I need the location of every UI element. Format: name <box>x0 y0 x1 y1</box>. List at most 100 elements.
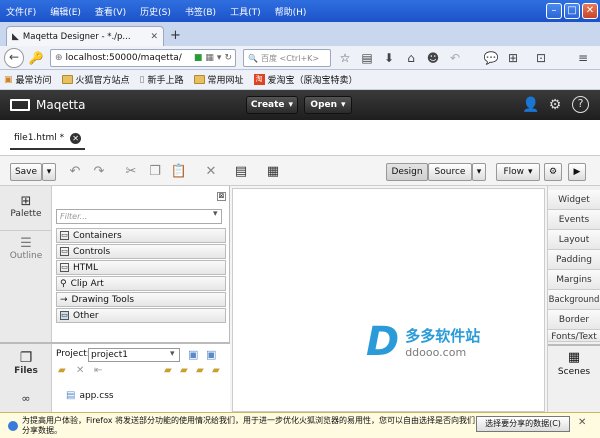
prop-tab-widget[interactable]: Widget <box>548 190 600 210</box>
open-folder-icon[interactable]: ▰ <box>164 365 172 376</box>
design-canvas[interactable] <box>232 188 545 412</box>
home-icon[interactable]: ⌂ <box>403 50 419 66</box>
redo-icon[interactable]: ↷ <box>90 163 108 181</box>
url-bar[interactable]: ⊕ localhost:50000/maqetta/ ■ ▦ ▾ ↻ <box>50 49 236 67</box>
key-icon[interactable]: 🔑 <box>28 50 44 66</box>
crop-icon[interactable]: ⊞ <box>505 50 521 66</box>
share-data-button[interactable]: 选择要分享的数据(C) <box>476 416 570 432</box>
flow-button[interactable]: Flow ▾ <box>496 163 540 181</box>
delete-icon[interactable]: ✕ <box>202 163 220 181</box>
reading-list-icon[interactable]: ▤ <box>359 50 375 66</box>
search-box[interactable]: 🔍 百度 <Ctrl+K> <box>243 49 331 67</box>
filter-dropdown-icon[interactable]: ▾ <box>213 209 218 219</box>
prop-tab-events[interactable]: Events <box>548 210 600 230</box>
reload-icon[interactable]: ↻ <box>224 53 235 63</box>
minimize-button[interactable]: – <box>546 3 562 19</box>
maximize-button[interactable]: □ <box>564 3 580 19</box>
delete-file-icon[interactable]: ✕ <box>76 365 84 376</box>
menu-edit[interactable]: 编辑(E) <box>50 5 81 18</box>
prop-tab-padding[interactable]: Padding <box>548 250 600 270</box>
palette-tab[interactable]: ⊞ Palette <box>0 194 52 219</box>
palette-filter-input[interactable]: Filter... <box>56 209 222 224</box>
folder-icon[interactable]: ▰ <box>58 365 66 376</box>
project-select[interactable]: project1 <box>88 348 180 362</box>
menu-icon[interactable]: ≡ <box>575 50 591 66</box>
download-files-icon[interactable]: ▰ <box>196 365 204 376</box>
star-icon[interactable]: ☆ <box>337 50 353 66</box>
bookmark-taobao[interactable]: 淘爱淘宝（原淘宝特卖） <box>253 73 358 86</box>
prop-tab-margins[interactable]: Margins <box>548 270 600 290</box>
project-dropdown-icon[interactable]: ▾ <box>170 349 175 359</box>
new-folder-icon[interactable]: ▣ <box>188 348 198 361</box>
dropdown-icon[interactable]: ▾ <box>217 53 222 63</box>
create-button[interactable]: Create ▾ <box>246 96 298 114</box>
watermark-title: 多多软件站 <box>405 327 481 345</box>
browser-tab[interactable]: ◣ Maqetta Designer - *./p... ✕ <box>6 26 164 46</box>
file-item-label: app.css <box>79 390 114 401</box>
palette-item-drawing-tools[interactable]: → Drawing Tools <box>56 292 226 307</box>
menu-help[interactable]: 帮助(H) <box>275 5 307 18</box>
close-window-button[interactable]: ✕ <box>582 3 598 19</box>
notification-close-icon[interactable]: ✕ <box>578 417 586 428</box>
file-item[interactable]: ▤ app.css <box>66 390 114 401</box>
menu-bookmarks[interactable]: 书签(B) <box>185 5 216 18</box>
speech-icon[interactable]: 💬 <box>483 50 499 66</box>
menu-file[interactable]: 文件(F) <box>6 5 36 18</box>
files-tab[interactable]: ❐ Files <box>0 350 52 376</box>
palette-item-containers[interactable]: ▭ Containers <box>56 228 226 243</box>
paste-icon[interactable]: 📋 <box>170 163 188 181</box>
palette-item-clip-art[interactable]: ⚲ Clip Art <box>56 276 226 291</box>
prop-tab-layout[interactable]: Layout <box>548 230 600 250</box>
download-icon[interactable]: ⬇ <box>381 50 397 66</box>
user-icon[interactable]: 👤 <box>522 96 540 114</box>
upload-files-icon[interactable]: ▰ <box>180 365 188 376</box>
editor-tab-file1[interactable]: file1.html * ✕ <box>10 128 86 150</box>
preferences-icon[interactable]: ⚙ <box>544 163 562 181</box>
open-button[interactable]: Open ▾ <box>304 96 352 114</box>
settings-icon[interactable]: ⚙ <box>546 96 564 114</box>
palette-item-other[interactable]: ▭ Other <box>56 308 226 323</box>
table-icon[interactable]: ▦ <box>264 163 282 181</box>
back-icon[interactable]: ← <box>4 48 24 68</box>
bookmark-firefox-site[interactable]: 火狐官方站点 <box>61 73 130 86</box>
prop-tab-background[interactable]: Background <box>548 290 600 310</box>
menu-view[interactable]: 查看(V) <box>95 5 126 18</box>
close-tab-icon[interactable]: ✕ <box>70 132 82 144</box>
prop-tab-fonts[interactable]: Fonts/Text <box>548 330 600 342</box>
undo-icon[interactable]: ↶ <box>447 50 463 66</box>
refresh-files-icon[interactable]: ▰ <box>212 365 220 376</box>
collapse-icon[interactable]: ⊠ <box>217 192 226 201</box>
copy-icon[interactable]: ❐ <box>146 163 164 181</box>
upload-icon[interactable]: ⇤ <box>94 365 102 376</box>
project-settings-icon[interactable]: ▣ <box>206 348 216 361</box>
chat-icon[interactable]: ☻ <box>425 50 441 66</box>
bookmark-getting-started[interactable]: ▯ 新手上路 <box>140 73 184 87</box>
cut-icon[interactable]: ✂ <box>122 163 140 181</box>
help-icon[interactable]: ? <box>572 96 589 113</box>
design-button[interactable]: Design <box>386 163 428 181</box>
bookmark-most-visited[interactable]: ▣ 最常访问 <box>4 73 52 87</box>
palette-item-controls[interactable]: ▭ Controls <box>56 244 226 259</box>
watermark-url: ddooo.com <box>405 346 467 359</box>
prop-tab-border[interactable]: Border <box>548 310 600 330</box>
clip-art-icon: ⚲ <box>60 278 67 289</box>
extension-icon[interactable]: ⊡ <box>533 50 549 66</box>
document-settings-icon[interactable]: ▤ <box>232 163 250 181</box>
menu-tools[interactable]: 工具(T) <box>230 5 261 18</box>
view-dropdown-button[interactable]: ▾ <box>472 163 486 181</box>
save-button[interactable]: Save <box>10 163 42 181</box>
caret-down-icon: ▾ <box>528 167 533 177</box>
save-dropdown-button[interactable]: ▾ <box>42 163 56 181</box>
palette-item-html[interactable]: ▭ HTML <box>56 260 226 275</box>
outline-tab[interactable]: ☰ Outline <box>0 236 52 261</box>
new-tab-button[interactable]: + <box>170 28 181 43</box>
scenes-tab[interactable]: ▦ Scenes <box>548 344 600 384</box>
source-button[interactable]: Source <box>428 163 472 181</box>
undo-icon[interactable]: ↶ <box>66 163 84 181</box>
tab-close-icon[interactable]: ✕ <box>150 32 158 42</box>
menu-history[interactable]: 历史(S) <box>140 5 171 18</box>
review-tab[interactable]: ∞ <box>0 392 52 405</box>
preview-icon[interactable]: ▶ <box>568 163 586 181</box>
bookmark-common-sites[interactable]: 常用网址 <box>193 73 244 86</box>
editor-tabs-bar <box>0 120 600 156</box>
